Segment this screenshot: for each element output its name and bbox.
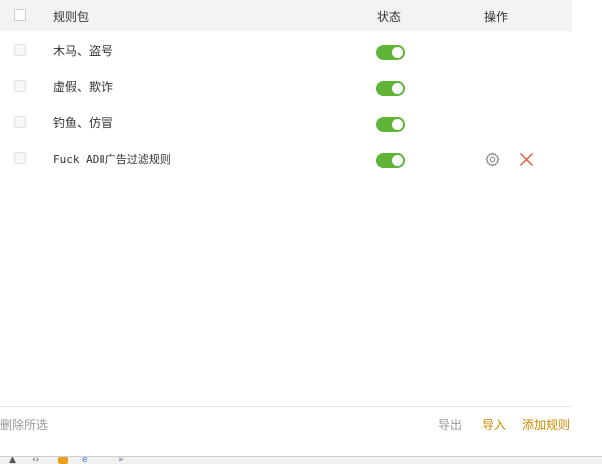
footer-divider [0,406,572,407]
column-header-actions: 操作 [484,10,509,24]
row-checkbox[interactable] [14,116,26,128]
rule-package-name: Fuck ADⅡ广告过滤规则 [53,153,171,166]
close-icon[interactable] [519,152,534,167]
row-checkbox[interactable] [14,152,26,164]
row-checkbox[interactable] [14,80,26,92]
rule-package-name: 钓鱼、仿冒 [53,116,114,130]
gear-icon[interactable] [484,151,501,168]
select-all-checkbox[interactable] [14,9,26,21]
toggle-knob [392,83,403,94]
add-rule-button[interactable]: 添加规则 [522,416,570,433]
table-row: 木马、盗号 [0,33,572,69]
export-button[interactable]: 导出 [438,416,462,433]
row-checkbox[interactable] [14,44,26,56]
right-margin [572,0,602,456]
toggle-knob [392,119,403,130]
status-toggle[interactable] [376,153,405,168]
toggle-knob [392,155,403,166]
column-header-status: 状态 [377,10,402,24]
table-row: 虚假、欺诈 [0,69,572,105]
table-header: 规则包 状态 操作 [0,0,572,31]
rule-package-name: 虚假、欺诈 [53,80,114,94]
import-button[interactable]: 导入 [482,416,506,433]
table-row: 钓鱼、仿冒 [0,105,572,141]
status-toggle[interactable] [376,117,405,132]
toggle-knob [392,47,403,58]
delete-selected-button[interactable]: 删除所选 [0,416,48,433]
status-toggle[interactable] [376,45,405,60]
status-toggle[interactable] [376,81,405,96]
table-row: Fuck ADⅡ广告过滤规则 [0,141,572,177]
column-header-package: 规则包 [53,10,90,24]
rule-package-name: 木马、盗号 [53,44,114,58]
rule-package-panel: 规则包 状态 操作 木马、盗号 虚假、欺诈 钓鱼、仿冒 Fuck ADⅡ广告过滤… [0,0,572,456]
